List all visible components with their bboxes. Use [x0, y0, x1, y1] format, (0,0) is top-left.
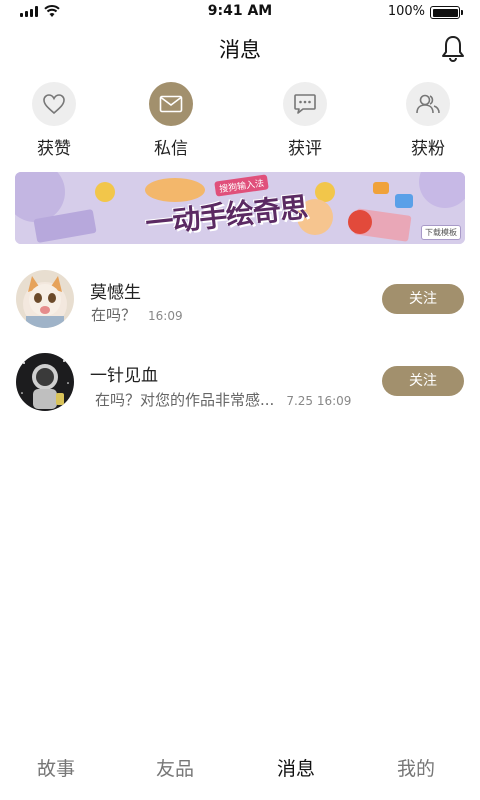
- message-sender-name: 一针见血: [90, 366, 158, 386]
- banner-download-tag[interactable]: 下载模板: [421, 225, 461, 240]
- cat-avatar[interactable]: [16, 270, 74, 328]
- followers-icon: [416, 94, 440, 114]
- battery-fill: [432, 8, 458, 17]
- mail-icon: [159, 95, 183, 113]
- quick-action-messages[interactable]: 私信: [131, 82, 211, 159]
- message-row[interactable]: 一针见血 在吗？对您的作品非常感... 7.25 16:09 关注: [0, 351, 480, 427]
- message-preview-text: 在吗？: [91, 306, 137, 324]
- comment-icon: [294, 94, 316, 114]
- quick-action-followers[interactable]: 获粉: [388, 82, 468, 159]
- astronaut-avatar[interactable]: [16, 353, 74, 411]
- bell-icon[interactable]: [440, 34, 466, 62]
- tab-friends[interactable]: 友品: [115, 754, 235, 781]
- quick-actions: 获赞 私信 获评 获粉: [0, 82, 480, 162]
- promo-banner[interactable]: 搜狗输入法 一动手绘奇思 下载模板: [15, 172, 465, 244]
- message-sender-name: 莫憾生: [90, 283, 141, 303]
- message-time: 7.25 16:09: [286, 394, 352, 408]
- tab-stories[interactable]: 故事: [0, 754, 116, 781]
- follow-button[interactable]: 关注: [382, 366, 464, 396]
- follow-button[interactable]: 关注: [382, 284, 464, 314]
- message-row[interactable]: 莫憾生 在吗？ 16:09 关注: [0, 268, 480, 344]
- battery-icon: [430, 6, 463, 19]
- battery-percent: 100%: [387, 4, 425, 19]
- message-preview: 在吗？ 16:09: [91, 304, 183, 325]
- message-preview: 在吗？对您的作品非常感... 7.25 16:09: [95, 389, 351, 410]
- quick-action-comments[interactable]: 获评: [265, 82, 345, 159]
- heart-icon: [43, 94, 65, 115]
- quick-action-likes[interactable]: 获赞: [14, 82, 94, 159]
- status-bar: 9:41 AM 100%: [0, 0, 480, 24]
- comments-icon-circle: [283, 82, 327, 126]
- message-preview-text: 在吗？对您的作品非常感...: [95, 391, 275, 409]
- message-time: 16:09: [148, 309, 183, 323]
- messages-icon-circle: [149, 82, 193, 126]
- bottom-tab-bar: 故事 友品 消息 我的: [0, 746, 480, 800]
- followers-icon-circle: [406, 82, 450, 126]
- quick-action-label: 获评: [288, 139, 322, 159]
- page-title: 消息: [219, 38, 261, 62]
- quick-action-label: 获赞: [37, 139, 71, 159]
- tab-messages[interactable]: 消息: [236, 754, 356, 781]
- quick-action-label: 私信: [154, 139, 188, 159]
- quick-action-label: 获粉: [411, 139, 445, 159]
- likes-icon-circle: [32, 82, 76, 126]
- tab-profile[interactable]: 我的: [356, 754, 476, 781]
